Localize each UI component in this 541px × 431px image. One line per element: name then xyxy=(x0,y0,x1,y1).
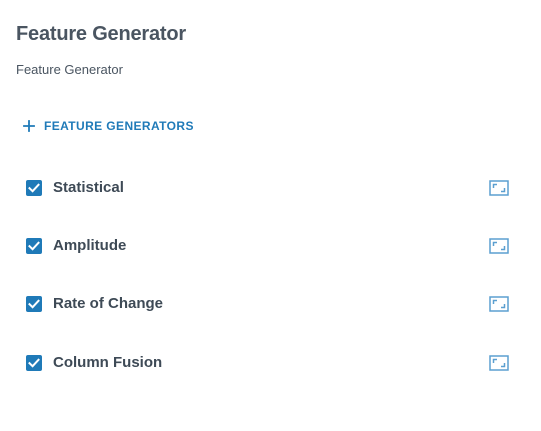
list-item-label: Rate of Change xyxy=(53,295,164,312)
list-item-label: Column Fusion xyxy=(53,354,163,371)
expand-icon[interactable] xyxy=(489,355,509,371)
add-feature-generators-button[interactable]: FEATURE GENERATORS xyxy=(18,114,198,138)
expand-icon[interactable] xyxy=(489,180,509,196)
list-item-column-fusion: Column Fusion xyxy=(0,341,541,385)
list-item-statistical: Statistical xyxy=(0,166,541,210)
expand-icon[interactable] xyxy=(489,296,509,312)
list-item-amplitude: Amplitude xyxy=(0,224,541,268)
list-item-label: Amplitude xyxy=(53,237,127,254)
list-item-label: Statistical xyxy=(53,179,124,196)
list-item-rate-of-change: Rate of Change xyxy=(0,282,541,326)
expand-icon[interactable] xyxy=(489,238,509,254)
amplitude-checkbox[interactable] xyxy=(26,238,42,254)
statistical-checkbox[interactable] xyxy=(26,180,42,196)
add-feature-generators-label: FEATURE GENERATORS xyxy=(44,119,194,133)
column-fusion-checkbox[interactable] xyxy=(26,355,42,371)
page-subtitle: Feature Generator xyxy=(16,62,123,77)
feature-generator-panel: Feature Generator Feature Generator FEAT… xyxy=(0,0,541,431)
plus-icon xyxy=(22,119,36,133)
page-title: Feature Generator xyxy=(16,23,186,45)
rate-of-change-checkbox[interactable] xyxy=(26,296,42,312)
